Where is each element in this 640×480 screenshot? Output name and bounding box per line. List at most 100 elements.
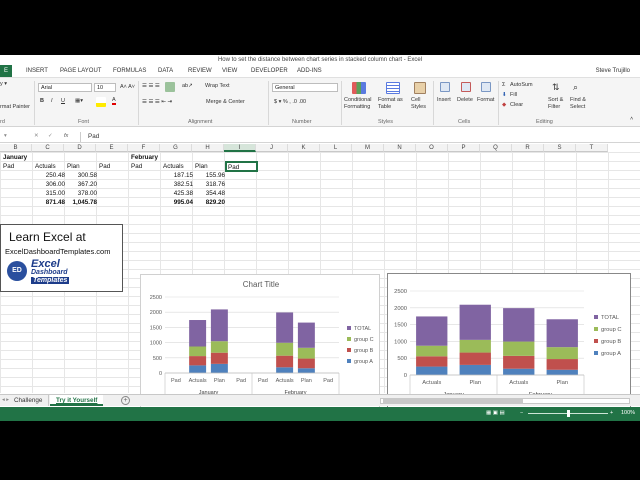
sort-filter-icon[interactable]: ⇅: [552, 82, 560, 93]
cell-value[interactable]: 300.58: [65, 171, 97, 180]
insert-function-button[interactable]: fx: [64, 133, 68, 139]
total-value[interactable]: 871.48: [33, 198, 65, 207]
horizontal-scrollbar[interactable]: [380, 398, 630, 404]
align-left-icons[interactable]: ☰ ☰ ☰ ⇤ ⇥: [142, 99, 172, 105]
column-header[interactable]: E: [96, 144, 128, 152]
underline-button[interactable]: U: [61, 98, 65, 104]
delete-cells-button[interactable]: Delete: [457, 97, 473, 103]
total-value[interactable]: 1,045.78: [65, 198, 97, 207]
bold-button[interactable]: B: [40, 98, 44, 104]
conditional-formatting-button[interactable]: Conditional Formatting: [344, 97, 376, 111]
sheet-tab-challenge[interactable]: Challenge: [8, 395, 50, 406]
cell-value[interactable]: 315.00: [33, 189, 65, 198]
header-pad-active[interactable]: Pad: [228, 163, 239, 172]
format-as-table-button[interactable]: Format as Table: [378, 97, 410, 111]
cell-value[interactable]: 378.00: [65, 189, 97, 198]
sheet-tab-try-it-yourself[interactable]: Try it Yourself: [50, 395, 104, 406]
column-header[interactable]: G: [160, 144, 192, 152]
tab-review[interactable]: REVIEW: [188, 65, 212, 77]
fill-icon[interactable]: ⬇: [502, 92, 507, 98]
format-as-table-icon[interactable]: [386, 82, 400, 94]
align-top-icons[interactable]: ☰ ☰ ☰: [142, 83, 160, 89]
column-header[interactable]: S: [544, 144, 576, 152]
cell-value[interactable]: 318.76: [193, 180, 225, 189]
cell-value[interactable]: 382.51: [161, 180, 193, 189]
number-format-select[interactable]: General: [272, 83, 338, 92]
conditional-formatting-icon[interactable]: [352, 82, 366, 94]
sort-filter-button[interactable]: Sort & Filter: [548, 97, 568, 111]
column-header[interactable]: M: [352, 144, 384, 152]
insert-cells-button[interactable]: Insert: [437, 97, 451, 103]
merge-center-button[interactable]: Merge & Center: [206, 99, 245, 105]
column-header[interactable]: N: [384, 144, 416, 152]
formula-input[interactable]: Pad: [88, 133, 99, 140]
worksheet-grid[interactable]: BCDEFGHIJKLMNOPQRST January February Pad…: [0, 144, 640, 419]
font-color-icon[interactable]: A: [112, 97, 116, 105]
tab-data[interactable]: DATA: [158, 65, 173, 77]
header-actuals[interactable]: Actuals: [35, 162, 56, 171]
column-header[interactable]: B: [0, 144, 32, 152]
tab-file[interactable]: E: [0, 65, 13, 77]
autosum-button[interactable]: AutoSum: [510, 82, 533, 88]
collapse-ribbon-icon[interactable]: ˄: [630, 116, 633, 122]
header-plan[interactable]: Plan: [67, 162, 80, 171]
format-cells-icon[interactable]: [481, 82, 491, 92]
cell-value[interactable]: 306.00: [33, 180, 65, 189]
column-header[interactable]: Q: [480, 144, 512, 152]
view-mode-icons[interactable]: ▦ ▣ ▤: [486, 410, 505, 416]
zoom-out-icon[interactable]: −: [520, 410, 523, 416]
cancel-entry-icon[interactable]: ✕: [34, 133, 39, 139]
column-header[interactable]: J: [256, 144, 288, 152]
name-box-arrow-icon[interactable]: ▾: [4, 133, 7, 139]
fill-button[interactable]: Fill: [510, 92, 517, 98]
cell-value[interactable]: 187.15: [161, 171, 193, 180]
zoom-slider[interactable]: [528, 410, 608, 417]
tab-developer[interactable]: DEVELOPER: [251, 65, 288, 77]
total-value[interactable]: 995.04: [161, 198, 193, 207]
font-size-select[interactable]: 10: [94, 83, 116, 92]
column-header[interactable]: I: [224, 144, 256, 152]
header-pad[interactable]: Pad: [3, 162, 14, 171]
tab-page-layout[interactable]: PAGE LAYOUT: [60, 65, 101, 77]
borders-icon[interactable]: ▦▾: [75, 98, 83, 104]
header-pad[interactable]: Pad: [99, 162, 110, 171]
header-pad[interactable]: Pad: [131, 162, 142, 171]
number-format-icons[interactable]: $ ▾ % , .0 .00: [274, 99, 306, 105]
month-label-january[interactable]: January: [3, 153, 27, 162]
header-plan[interactable]: Plan: [195, 162, 208, 171]
tab-formulas[interactable]: FORMULAS: [113, 65, 146, 77]
column-header[interactable]: K: [288, 144, 320, 152]
column-header[interactable]: F: [128, 144, 160, 152]
fill-color-icon[interactable]: [96, 97, 106, 107]
find-select-button[interactable]: Find & Select: [570, 97, 592, 111]
font-name-select[interactable]: Arial: [38, 83, 92, 92]
tab-view[interactable]: VIEW: [222, 65, 237, 77]
cell-value[interactable]: 250.48: [33, 171, 65, 180]
new-sheet-icon[interactable]: +: [121, 396, 130, 405]
cell-styles-icon[interactable]: [414, 82, 426, 94]
wrap-text-button[interactable]: Wrap Text: [205, 83, 230, 89]
promo-url[interactable]: ExcelDashboardTemplates.com: [5, 247, 110, 256]
format-cells-button[interactable]: Format: [477, 97, 494, 103]
user-name[interactable]: Steve Trujillo: [596, 65, 630, 77]
clear-button[interactable]: Clear: [510, 102, 523, 108]
format-painter-button[interactable]: rmat Painter: [0, 104, 30, 110]
delete-cells-icon[interactable]: [461, 82, 471, 92]
column-header[interactable]: L: [320, 144, 352, 152]
tab-add-ins[interactable]: ADD-INS: [297, 65, 322, 77]
font-grow-shrink[interactable]: A˄ A˅: [120, 84, 135, 90]
column-header[interactable]: D: [64, 144, 96, 152]
active-cell[interactable]: Pad: [225, 161, 258, 172]
align-middle-icon[interactable]: [165, 82, 175, 92]
italic-button[interactable]: I: [51, 98, 53, 104]
header-actuals[interactable]: Actuals: [163, 162, 184, 171]
column-header[interactable]: P: [448, 144, 480, 152]
total-value[interactable]: 829.20: [193, 198, 225, 207]
cell-value[interactable]: 354.48: [193, 189, 225, 198]
insert-cells-icon[interactable]: [440, 82, 450, 92]
cell-styles-button[interactable]: Cell Styles: [411, 97, 431, 111]
column-header[interactable]: T: [576, 144, 608, 152]
cell-value[interactable]: 155.96: [193, 171, 225, 180]
month-label-february[interactable]: February: [131, 153, 158, 162]
autosum-icon[interactable]: Σ: [502, 82, 505, 88]
